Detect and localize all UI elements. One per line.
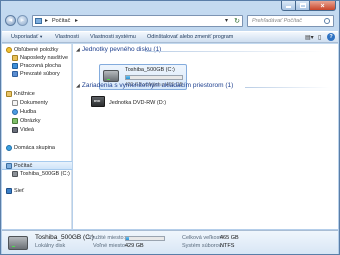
details-usage-fill (126, 237, 129, 240)
chevron-right-icon[interactable]: ▸ (75, 17, 78, 24)
search-icon[interactable] (324, 18, 330, 24)
sidebar-item-label: Prevzaté súbory (20, 71, 60, 77)
sidebar-item-label: Sieť (14, 188, 25, 194)
refresh-icon[interactable]: ↻ (234, 17, 240, 25)
sidebar-item-label: Dokumenty (20, 100, 48, 106)
sidebar-item-label: Knižnice (14, 91, 35, 97)
group-title: Zariadenia s vymeniteľným ukladacím prie… (81, 82, 234, 89)
sidebar-item-pictures[interactable]: Obrázky (2, 117, 72, 126)
drive-usage-bar (125, 75, 183, 80)
address-bar[interactable]: ▸ Počítač ▸ ▾ ↻ (32, 15, 243, 27)
drive-name: Toshiba_500GB (C:) (125, 67, 175, 73)
details-usage-bar (125, 236, 165, 241)
drive-usage-fill (126, 76, 131, 79)
close-button[interactable]: × (310, 1, 336, 11)
system-properties-button[interactable]: Vlastnosti systému (90, 34, 136, 40)
uninstall-program-button[interactable]: Odinštalovať alebo zmeniť program (147, 34, 233, 40)
activity-light (12, 246, 15, 247)
view-options-icon[interactable]: ▤▾ (305, 34, 314, 41)
details-type: Lokálny disk (35, 243, 66, 249)
content-pane: ◢ Jednotky pevného disku (1) Toshiba_500G… (73, 44, 338, 229)
minimize-icon (286, 6, 291, 8)
chevron-down-icon: ▼ (39, 34, 44, 39)
sidebar-item-drive-c[interactable]: Toshiba_500GB (C:) (2, 170, 72, 179)
maximize-button[interactable] (296, 1, 310, 11)
total-size-value: 465 GB (220, 235, 239, 241)
help-icon[interactable]: ? (327, 33, 335, 41)
sidebar-item-label: Videá (20, 127, 34, 133)
organize-button[interactable]: Usporiadať▼ (11, 34, 43, 40)
explorer-window: × ◂ ▸ ▸ Počítač ▸ ▾ ↻ Prehľadávať Počíta… (0, 0, 340, 255)
star-icon (6, 47, 12, 53)
sidebar-item-label: Toshiba_500GB (C:) (20, 171, 70, 177)
preview-pane-icon[interactable]: ▯ (318, 34, 321, 41)
pictures-icon (12, 118, 18, 124)
file-system-value: NTFS (220, 243, 235, 249)
used-space-label: Využité miesto: (88, 235, 126, 241)
computer-icon (6, 163, 12, 169)
collapse-triangle-icon[interactable]: ◢ (76, 83, 80, 89)
sidebar-item-label: Pracovná plocha (20, 63, 61, 69)
desktop-icon (12, 63, 18, 69)
details-pane: Toshiba_500GB (C:) Lokálny disk Využité … (2, 230, 338, 254)
sidebar-item-label: Naposledy navštíve (20, 55, 68, 61)
title-bar: × ◂ ▸ ▸ Počítač ▸ ▾ ↻ Prehľadávať Počíta… (1, 1, 339, 31)
sidebar-item-downloads[interactable]: Prevzaté súbory (2, 70, 72, 79)
network-icon (6, 188, 12, 194)
chevron-right-icon[interactable]: ▸ (45, 17, 48, 24)
minimize-button[interactable] (281, 1, 296, 11)
sidebar-item-label: Domáca skupina (14, 145, 55, 151)
dvd-drive-icon[interactable]: DVD (91, 96, 105, 107)
hard-drive-icon (12, 171, 18, 177)
sidebar-item-network[interactable]: Sieť (2, 187, 72, 196)
homegroup-icon (6, 145, 12, 151)
back-button[interactable]: ◂ (5, 15, 16, 26)
organize-label: Usporiadať (11, 34, 39, 40)
maximize-icon (299, 3, 306, 8)
sidebar-item-libraries[interactable]: Knižnice (2, 90, 72, 99)
hard-drive-icon (8, 236, 28, 250)
file-system-label: Systém súborov: (182, 243, 223, 249)
music-icon (12, 109, 18, 115)
sidebar-item-videos[interactable]: Videá (2, 126, 72, 135)
sidebar-item-homegroup[interactable]: Domáca skupina (2, 144, 72, 153)
search-box[interactable]: Prehľadávať Počítač (247, 15, 334, 27)
command-bar: Usporiadať▼ Vlastnosti Vlastnosti systém… (2, 31, 338, 43)
total-size-label: Celková veľkosť: (182, 235, 223, 241)
window-controls: × (281, 1, 336, 11)
sidebar-item-label: Hudba (20, 109, 37, 115)
sidebar-item-computer[interactable]: Počítač (2, 161, 72, 170)
drive-item-d[interactable]: Jednotka DVD-RW (D:) (109, 100, 166, 106)
properties-button[interactable]: Vlastnosti (55, 34, 79, 40)
chevron-down-icon[interactable]: ▾ (225, 17, 228, 24)
computer-icon (35, 18, 42, 24)
libraries-icon (6, 91, 12, 97)
videos-icon (12, 127, 18, 133)
sidebar-item-music[interactable]: Hudba (2, 108, 72, 117)
downloads-icon (12, 71, 18, 77)
breadcrumb-computer[interactable]: Počítač (52, 18, 70, 24)
sidebar-item-label: Počítač (14, 163, 33, 169)
navigation-bar: ◂ ▸ ▸ Počítač ▸ ▾ ↻ Prehľadávať Počítač (4, 14, 338, 28)
forward-button[interactable]: ▸ (17, 15, 28, 26)
activity-light (107, 79, 110, 80)
documents-icon (12, 100, 18, 106)
sidebar-item-label: Obľúbené položky (14, 47, 59, 53)
close-icon: × (320, 3, 325, 10)
collapse-triangle-icon[interactable]: ◢ (76, 47, 80, 53)
sidebar-item-label: Obrázky (20, 118, 41, 124)
free-space-label: Voľné miesto: (93, 243, 127, 249)
recent-places-icon (12, 55, 18, 61)
hard-drive-icon (103, 70, 119, 82)
sidebar-item-documents[interactable]: Dokumenty (2, 99, 72, 108)
group-divider (245, 87, 330, 88)
navigation-pane: Obľúbené položky Naposledy navštíve Prac… (2, 44, 72, 229)
details-name: Toshiba_500GB (C:) (35, 234, 94, 241)
dvd-badge: DVD (94, 99, 101, 103)
group-divider (145, 51, 325, 52)
search-input[interactable]: Prehľadávať Počítač (252, 18, 302, 24)
free-space-value: 429 GB (125, 243, 144, 249)
